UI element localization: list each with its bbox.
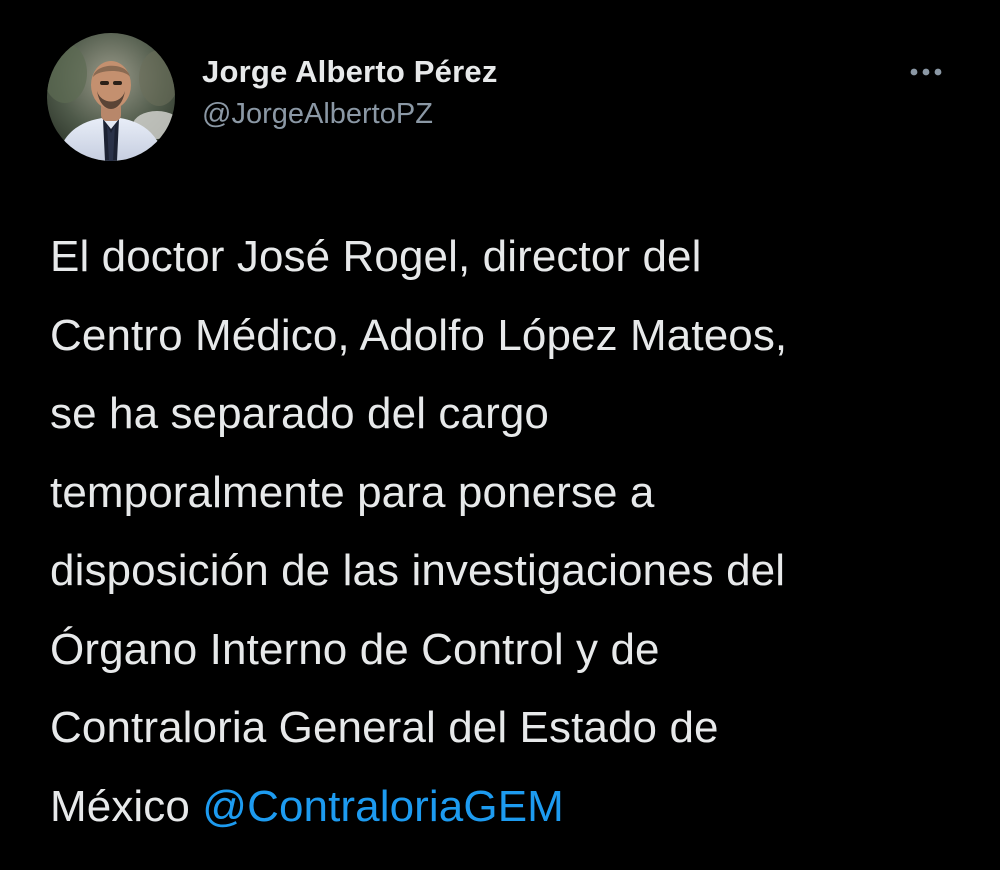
tweet-text-fragment: México [50,781,203,831]
tweet-text-line: se ha separado del cargo [50,389,549,438]
tweet-text-last-line: México @ContraloriaGEM [50,768,980,847]
tweet-text-line: disposición de las investigaciones del [50,546,786,595]
tweet-text-line: temporalmente para ponerse a [50,467,655,517]
mention-link[interactable]: @ContraloriaGEM [202,782,564,831]
tweet-text: El doctor José Rogel, director del Centr… [50,218,980,846]
author-display-name[interactable]: Jorge Alberto Pérez [202,52,498,92]
author-info: Jorge Alberto Pérez @JorgeAlbertoPZ [202,52,498,134]
tweet-text-line: Contraloria General del Estado de [50,703,719,752]
tweet-text-line: Centro Médico, Adolfo López Mateos, [50,310,788,360]
more-options-button[interactable] [900,52,952,92]
author-handle[interactable]: @JorgeAlbertoPZ [202,94,498,134]
avatar[interactable] [47,33,175,161]
more-horizontal-icon [910,68,942,76]
avatar-photo-icon [47,33,175,161]
tweet-text-line: El doctor José Rogel, director del [50,232,702,281]
tweet-card: Jorge Alberto Pérez @JorgeAlbertoPZ El d… [0,0,1000,870]
tweet-text-line: Órgano Interno de Control y de [50,624,660,674]
